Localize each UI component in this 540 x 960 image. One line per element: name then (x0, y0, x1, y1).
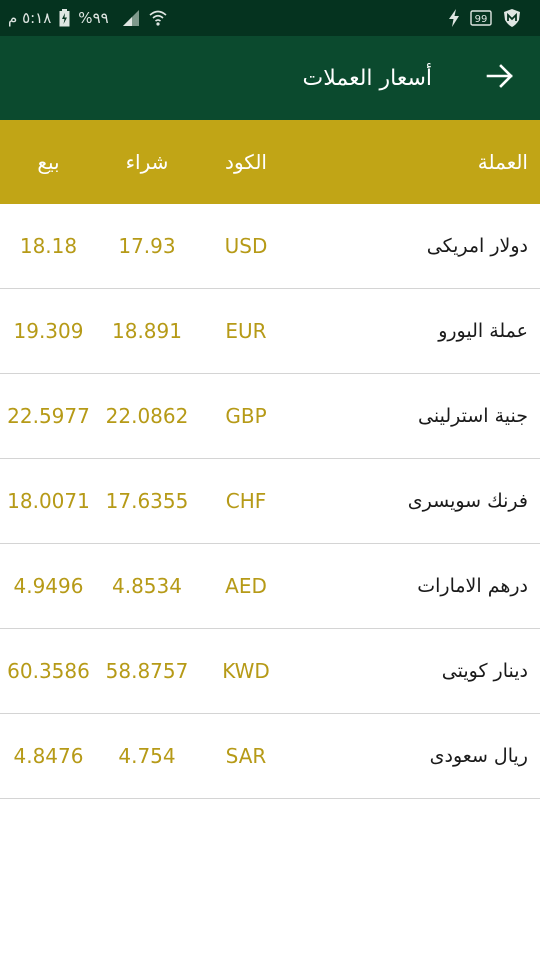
sell-price: 4.8476 (13, 744, 84, 768)
sell-price: 60.3586 (7, 659, 90, 683)
sell-price: 19.309 (13, 319, 84, 343)
buy-price: 18.891 (112, 319, 182, 343)
currency-name: دينار كويتى (441, 660, 528, 682)
status-battery-percent: %٩٩ (78, 9, 109, 27)
sell-price: 18.0071 (7, 489, 90, 513)
page-title: أسعار العملات (302, 65, 432, 91)
table-row[interactable]: درهم الامارات AED 4.8534 4.9496 (0, 544, 540, 629)
header-sell: بيع (37, 150, 60, 174)
currency-name: جنية استرلينى (418, 405, 528, 427)
status-bar: ٥:١٨ م %٩٩ 99 (0, 0, 540, 36)
battery-icon (59, 9, 70, 27)
header-currency: العملة (477, 150, 528, 174)
currency-code: SAR (225, 744, 267, 768)
arrow-right-icon (486, 64, 514, 92)
wifi-icon (149, 10, 167, 26)
buy-price: 58.8757 (105, 659, 189, 683)
buy-price: 17.93 (118, 234, 176, 258)
sell-price: 18.18 (19, 234, 78, 258)
currency-code: CHF (225, 489, 267, 513)
charging-bolt-icon (448, 9, 460, 27)
currency-code: EUR (225, 319, 267, 343)
currency-name: عملة اليورو (438, 320, 528, 342)
app-bar: أسعار العملات (0, 36, 540, 120)
header-code: الكود (225, 150, 267, 174)
currency-code: AED (225, 574, 267, 598)
svg-text:99: 99 (475, 14, 488, 25)
buy-price: 22.0862 (105, 404, 189, 428)
status-right-group: 99 (448, 0, 522, 36)
signal-icon (122, 10, 141, 26)
currency-code: KWD (222, 659, 270, 683)
table-row[interactable]: فرنك سويسرى CHF 17.6355 18.0071 (0, 459, 540, 544)
buy-price: 4.8534 (112, 574, 182, 598)
buy-price: 17.6355 (105, 489, 189, 513)
table-row[interactable]: عملة اليورو EUR 18.891 19.309 (0, 289, 540, 374)
table-row[interactable]: دينار كويتى KWD 58.8757 60.3586 (0, 629, 540, 714)
currency-name: فرنك سويسرى (407, 490, 528, 512)
currency-code: USD (224, 234, 268, 258)
status-time: ٥:١٨ م (8, 9, 52, 27)
currency-name: ريال سعودى (429, 745, 528, 767)
table-row[interactable]: ريال سعودى SAR 4.754 4.8476 (0, 714, 540, 799)
sell-price: 4.9496 (13, 574, 84, 598)
status-left-group: ٥:١٨ م %٩٩ (8, 0, 167, 36)
sell-price: 22.5977 (7, 404, 90, 428)
table-header: العملة الكود شراء بيع (0, 120, 540, 204)
shield-app-icon (502, 8, 522, 28)
currency-list: دولار امريكى USD 17.93 18.18 عملة اليورو… (0, 204, 540, 799)
table-row[interactable]: جنية استرلينى GBP 22.0862 22.5977 (0, 374, 540, 459)
header-buy: شراء (125, 150, 169, 174)
currency-code: GBP (225, 404, 267, 428)
table-row[interactable]: دولار امريكى USD 17.93 18.18 (0, 204, 540, 289)
back-button[interactable] (476, 54, 524, 102)
badge-99-icon: 99 (470, 10, 492, 26)
currency-name: درهم الامارات (417, 575, 528, 597)
buy-price: 4.754 (118, 744, 176, 768)
currency-name: دولار امريكى (426, 235, 528, 257)
